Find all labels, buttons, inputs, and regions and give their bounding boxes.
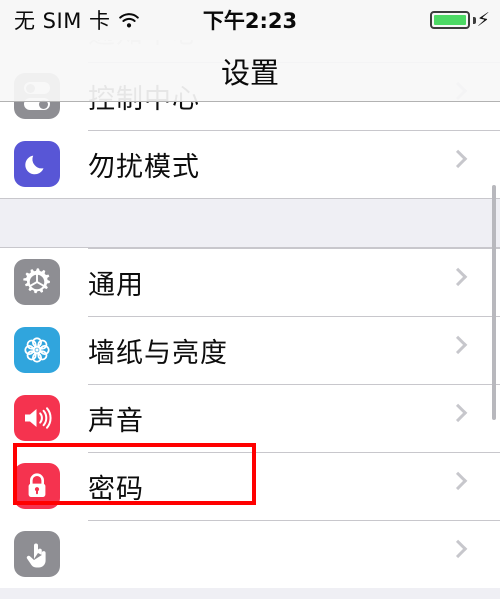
settings-row-label: 通用 <box>88 269 144 301</box>
settings-row-general[interactable]: 通用 <box>0 248 500 316</box>
settings-row-do-not-disturb[interactable]: 勿扰模式 <box>0 130 500 198</box>
settings-row-passcode[interactable]: 密码 <box>0 452 500 520</box>
status-bar: 无 SIM 卡 下午2:23 ⚡ <box>0 0 500 40</box>
settings-row-wallpaper-brightness[interactable]: 墙纸与亮度 <box>0 316 500 384</box>
settings-row-privacy[interactable] <box>0 520 500 588</box>
status-bar-right: ⚡ <box>429 8 490 31</box>
settings-group-2: 通用 墙纸与亮度 声音 密码 <box>0 248 500 588</box>
navigation-bar: 设置 <box>0 40 500 102</box>
lightning-bolt-icon: ⚡ <box>476 8 490 31</box>
chevron-right-icon <box>448 520 482 588</box>
chevron-right-icon <box>448 452 482 520</box>
chevron-right-icon <box>448 248 482 316</box>
settings-row-sounds[interactable]: 声音 <box>0 384 500 452</box>
settings-row-label: 墙纸与亮度 <box>88 337 228 369</box>
battery-nub-icon <box>472 16 476 24</box>
speaker-icon <box>14 395 60 441</box>
privacy-hand-icon <box>14 531 60 577</box>
page-title: 设置 <box>220 55 279 90</box>
chevron-right-icon <box>448 130 482 198</box>
iphone-settings-screen: 通知中心 控制中心 勿扰模式 <box>0 0 500 599</box>
scroll-indicator[interactable] <box>492 185 496 420</box>
settings-row-label: 勿扰模式 <box>88 151 200 183</box>
group-separator <box>0 198 500 248</box>
settings-row-label: 密码 <box>88 473 144 505</box>
chevron-right-icon <box>448 316 482 384</box>
settings-row-label: 声音 <box>88 405 144 437</box>
clock-label: 下午2:23 <box>202 9 298 33</box>
flower-wallpaper-icon <box>14 327 60 373</box>
battery-icon <box>429 11 470 29</box>
lock-icon <box>14 463 60 509</box>
chevron-right-icon <box>448 384 482 452</box>
gear-icon <box>14 259 60 305</box>
moon-icon <box>14 141 60 187</box>
